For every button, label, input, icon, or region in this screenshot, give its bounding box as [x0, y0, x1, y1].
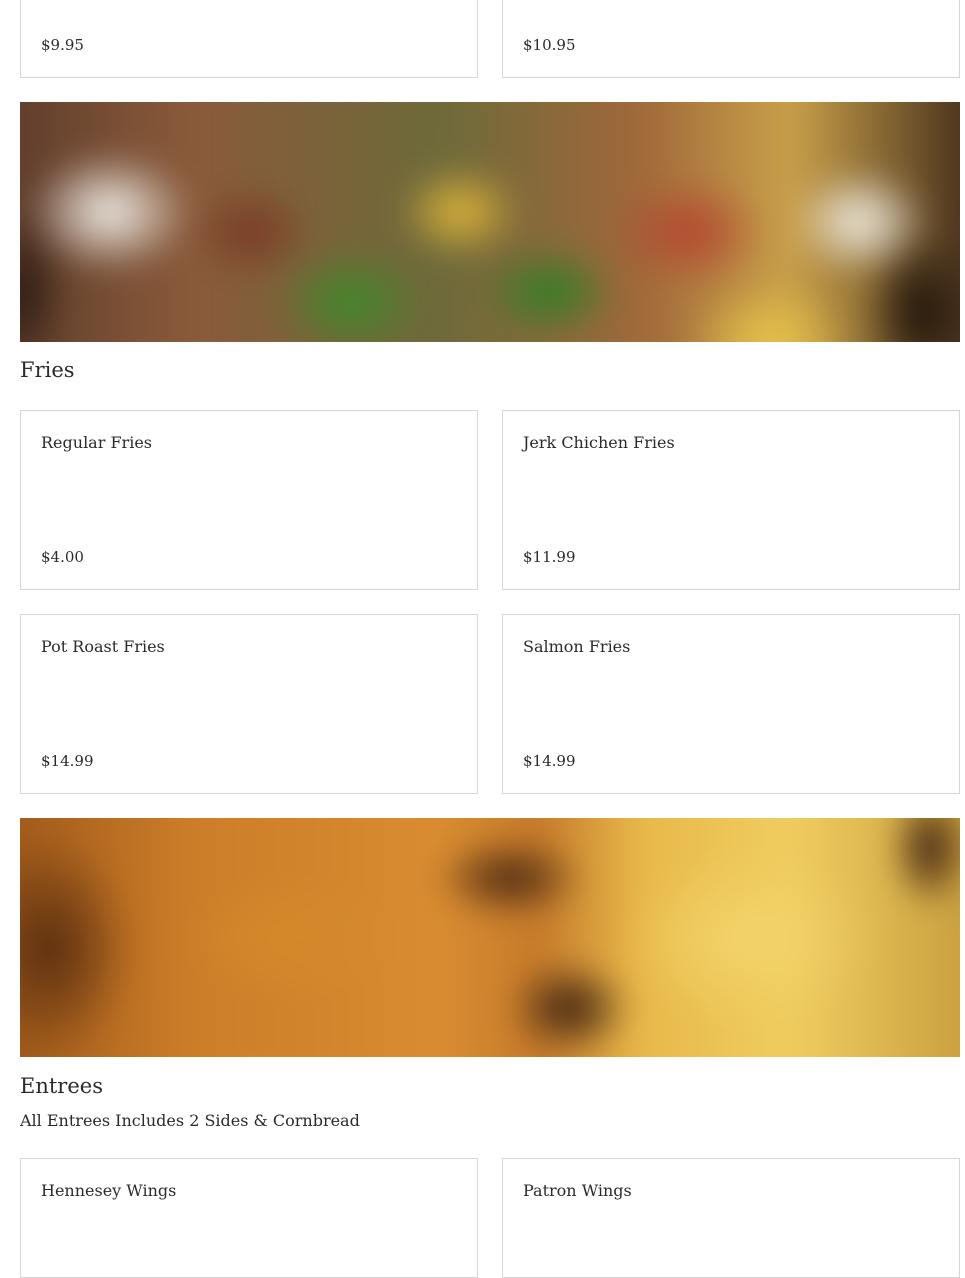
menu-item-name: Pot Roast Fries [41, 637, 165, 656]
menu-item-name: Hennesey Wings [41, 1181, 177, 1200]
entrees-banner-image [20, 818, 960, 1057]
menu-item-price: $14.99 [41, 752, 94, 770]
fries-banner-image [20, 102, 960, 342]
menu-item-card[interactable]: $9.95 [20, 0, 478, 78]
menu-item-price: $14.99 [523, 752, 576, 770]
menu-item-name: Jerk Chichen Fries [523, 433, 675, 452]
menu-item-price: $9.95 [41, 36, 84, 54]
menu-item-card[interactable]: Hennesey Wings [20, 1158, 478, 1278]
menu-item-card[interactable]: Salmon Fries $14.99 [502, 614, 960, 794]
menu-item-card[interactable]: Regular Fries $4.00 [20, 410, 478, 590]
menu-item-card[interactable]: Patron Wings [502, 1158, 960, 1278]
menu-item-name: Regular Fries [41, 433, 152, 452]
menu-item-name: Patron Wings [523, 1181, 632, 1200]
menu-item-card[interactable]: Jerk Chichen Fries $11.99 [502, 410, 960, 590]
menu-item-price: $4.00 [41, 548, 84, 566]
menu-item-card[interactable]: Pot Roast Fries $14.99 [20, 614, 478, 794]
menu-item-card[interactable]: $10.95 [502, 0, 960, 78]
section-subtitle-entrees: All Entrees Includes 2 Sides & Cornbread [20, 1111, 360, 1130]
section-title-entrees: Entrees [20, 1074, 103, 1098]
menu-item-name: Salmon Fries [523, 637, 631, 656]
menu-item-price: $11.99 [523, 548, 576, 566]
section-title-fries: Fries [20, 358, 75, 382]
menu-item-price: $10.95 [523, 36, 576, 54]
